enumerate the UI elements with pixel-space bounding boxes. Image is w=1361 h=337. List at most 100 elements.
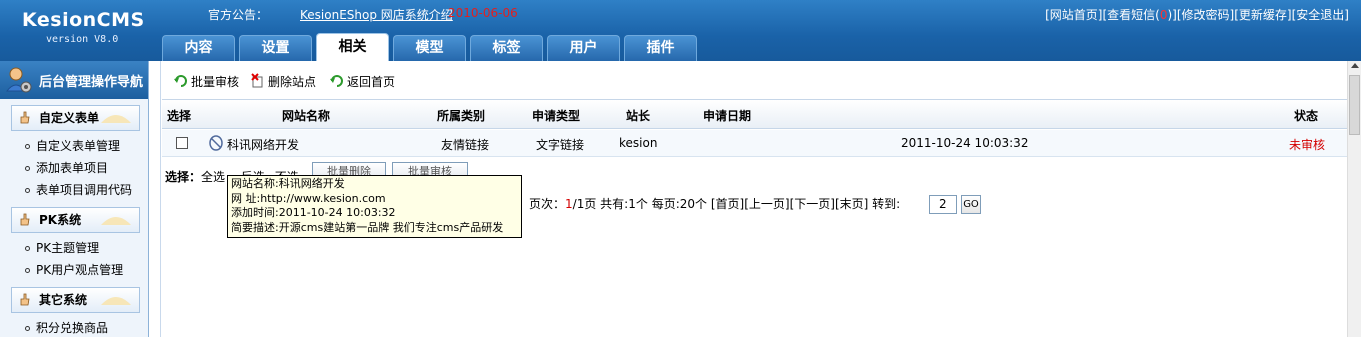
- refresh-icon: [174, 75, 187, 87]
- notice-link[interactable]: KesionEShop 网店系统介绍: [300, 6, 453, 23]
- pager-last[interactable]: [末页]: [835, 197, 868, 211]
- notice-date: 2010-06-06: [448, 6, 518, 20]
- sidebar-item-form-code[interactable]: 表单项目调用代码: [0, 179, 148, 201]
- table-row: 科讯网络开发 友情链接 文字链接 kesion 2011-10-24 10:03…: [162, 130, 1347, 157]
- logout-link[interactable]: [安全退出]: [1292, 8, 1349, 22]
- tab-plugins[interactable]: 插件: [624, 35, 697, 61]
- go-button[interactable]: GO: [961, 195, 981, 214]
- row-apply-type: 文字链接: [536, 138, 585, 152]
- bullet-icon: [25, 166, 30, 171]
- pager-total: 共有:1个: [600, 197, 648, 211]
- delete-icon: [251, 73, 263, 88]
- row-owner: kesion: [619, 136, 658, 150]
- col-header-select: 选择: [167, 109, 192, 123]
- col-header-site-name: 网站名称: [282, 109, 331, 123]
- scroll-thumb[interactable]: [1349, 75, 1360, 135]
- section-other-systems[interactable]: 其它系统: [11, 287, 140, 313]
- refresh-icon: [330, 75, 343, 87]
- sidebar-item-pk-opinions[interactable]: PK用户观点管理: [0, 259, 148, 281]
- tab-settings[interactable]: 设置: [239, 35, 312, 61]
- table-header: 选择 网站名称 所属类别 申请类型 站长 申请日期 状态: [162, 99, 1347, 129]
- tooltip-url: 网 址:http://www.kesion.com: [231, 191, 386, 205]
- logo-title: KesionCMS: [22, 9, 145, 31]
- site-home-link[interactable]: [网站首页]: [1045, 8, 1102, 22]
- tab-users[interactable]: 用户: [547, 35, 620, 61]
- section-title: 自定义表单: [39, 111, 100, 125]
- pager-next[interactable]: [下一页]: [790, 197, 835, 211]
- row-category: 友情链接: [441, 138, 490, 152]
- toolbar: 批量审核 删除站点 返回首页: [161, 61, 1346, 99]
- sidebar: 后台管理操作导航 自定义表单 自定义表单管理 添加表单项目 表单项目调用代码 P…: [0, 61, 149, 337]
- sidebar-item-label: 积分兑换商品: [36, 321, 109, 335]
- hand-icon: [20, 111, 30, 124]
- messages-link[interactable]: [查看短信(0)]: [1102, 8, 1176, 22]
- sidebar-item-points-exchange[interactable]: 积分兑换商品: [0, 317, 148, 337]
- sidebar-item-add-form-item[interactable]: 添加表单项目: [0, 157, 148, 179]
- section-title: 其它系统: [39, 293, 88, 307]
- tab-model[interactable]: 模型: [393, 35, 466, 61]
- sidebar-item-label: 添加表单项目: [36, 161, 109, 175]
- section-custom-forms[interactable]: 自定义表单: [11, 105, 140, 131]
- sidebar-header: 后台管理操作导航: [0, 61, 148, 99]
- col-header-apply-type: 申请类型: [532, 109, 581, 123]
- tooltip-added-time: 添加时间:2011-10-24 10:03:32: [231, 206, 396, 219]
- pager-first[interactable]: [首页]: [711, 197, 744, 211]
- change-password-link[interactable]: [修改密码]: [1177, 8, 1234, 22]
- hand-icon: [20, 213, 30, 226]
- tab-content[interactable]: 内容: [162, 35, 235, 61]
- sidebar-header-text: 后台管理操作导航: [39, 75, 144, 90]
- row-site-name[interactable]: 科讯网络开发: [227, 136, 299, 153]
- bullet-icon: [25, 326, 30, 331]
- back-home-button[interactable]: 返回首页: [329, 73, 395, 90]
- select-all-link[interactable]: 全选: [201, 170, 225, 184]
- messages-link-close: )]: [1167, 8, 1177, 22]
- selection-label: 选择：: [165, 170, 202, 184]
- delete-site-label: 删除站点: [268, 75, 317, 89]
- pager-current: 1: [565, 197, 573, 211]
- arrow-up-decoration-icon: [101, 217, 131, 225]
- row-apply-date: 2011-10-24 10:03:32: [901, 136, 1029, 150]
- logo-version: version V8.0: [46, 34, 119, 45]
- goto-page-input[interactable]: 2: [929, 195, 957, 214]
- top-links: [网站首页][查看短信(0)][修改密码][更新缓存][安全退出]: [1045, 6, 1349, 23]
- sidebar-item-label: PK主题管理: [36, 241, 100, 255]
- pager: 页次：1/1页 共有:1个 每页:20个 [首页][上一页][下一页][末页] …: [529, 195, 900, 212]
- user-gear-icon: [5, 67, 32, 93]
- bullet-icon: [25, 268, 30, 273]
- batch-review-label: 批量审核: [191, 75, 240, 89]
- pager-per-page: 每页:20个: [651, 197, 708, 211]
- row-status: 未审核: [1289, 138, 1326, 152]
- section-title: PK系统: [39, 213, 82, 227]
- col-header-owner: 站长: [626, 109, 651, 123]
- link-icon: [209, 135, 223, 151]
- top-header: KesionCMS version V8.0 官方公告： KesionEShop…: [0, 0, 1361, 61]
- batch-review-button[interactable]: 批量审核: [173, 73, 239, 90]
- hand-icon: [20, 293, 30, 306]
- arrow-up-decoration-icon: [101, 297, 131, 305]
- message-count: 0: [1159, 8, 1168, 22]
- pager-total-pages: /1页: [572, 197, 597, 211]
- site-info-tooltip: 网站名称:科讯网络开发 网 址:http://www.kesion.com 添加…: [227, 175, 522, 238]
- sidebar-item-pk-topics[interactable]: PK主题管理: [0, 237, 148, 259]
- tab-labels[interactable]: 标签: [470, 35, 543, 61]
- sidebar-item-custom-form-manage[interactable]: 自定义表单管理: [0, 135, 148, 157]
- pager-goto-label: 转到:: [872, 197, 901, 211]
- sidebar-item-label: 自定义表单管理: [36, 139, 121, 153]
- notice-label: 官方公告：: [208, 8, 269, 22]
- update-cache-link[interactable]: [更新缓存]: [1234, 8, 1291, 22]
- col-header-apply-date: 申请日期: [703, 109, 752, 123]
- row-checkbox[interactable]: [176, 137, 188, 149]
- vertical-scrollbar[interactable]: [1347, 61, 1361, 337]
- delete-site-button[interactable]: 删除站点: [250, 73, 316, 90]
- sidebar-item-label: PK用户观点管理: [36, 263, 124, 277]
- messages-link-label: [查看短信(: [1102, 8, 1160, 22]
- pager-prev[interactable]: [上一页]: [744, 197, 789, 211]
- scroll-up-icon[interactable]: [1351, 63, 1359, 68]
- section-pk-system[interactable]: PK系统: [11, 207, 140, 233]
- bullet-icon: [25, 246, 30, 251]
- bullet-icon: [25, 144, 30, 149]
- arrow-up-decoration-icon: [101, 115, 131, 123]
- back-home-label: 返回首页: [347, 75, 396, 89]
- tab-related[interactable]: 相关: [316, 33, 389, 61]
- pager-prefix: 页次：: [529, 197, 566, 211]
